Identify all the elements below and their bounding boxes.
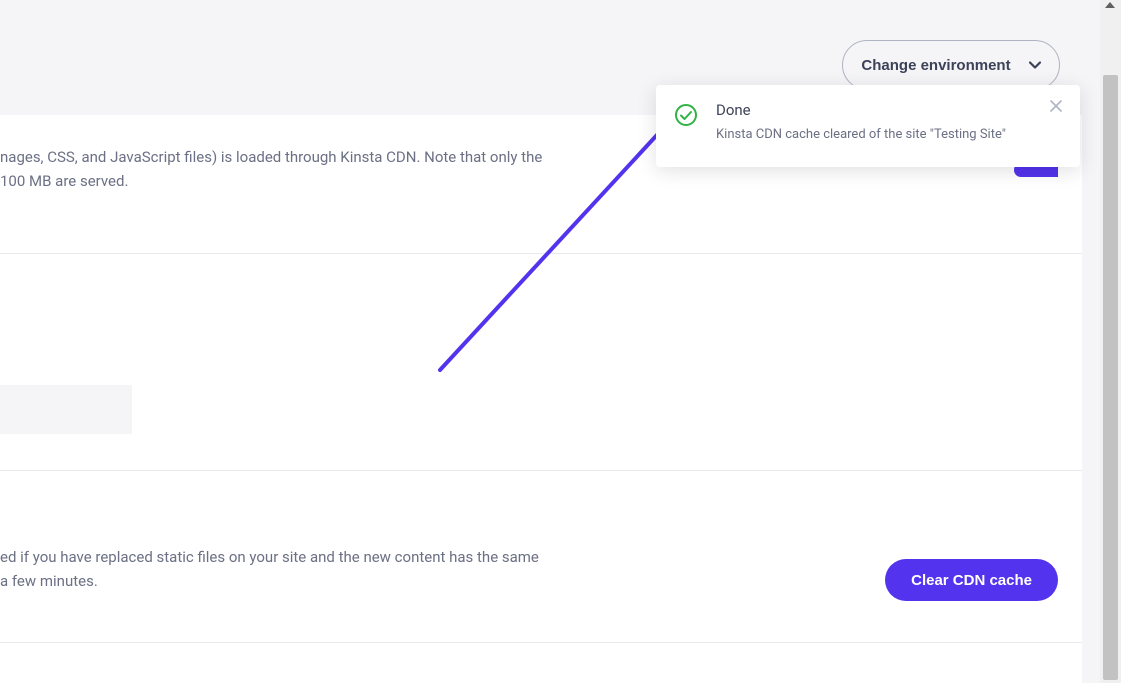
divider xyxy=(0,470,1082,471)
clear-cdn-cache-button[interactable]: Clear CDN cache xyxy=(885,559,1058,601)
change-environment-button[interactable]: Change environment xyxy=(842,40,1060,90)
toast-notification: Done Kinsta CDN cache cleared of the sit… xyxy=(656,85,1080,167)
toast-body: Done Kinsta CDN cache cleared of the sit… xyxy=(716,101,1062,142)
change-environment-label: Change environment xyxy=(861,57,1010,74)
input-field-stub[interactable] xyxy=(0,385,132,434)
scrollbar-thumb[interactable] xyxy=(1103,75,1118,680)
toast-title: Done xyxy=(716,101,1062,119)
chevron-down-icon xyxy=(1029,59,1041,71)
scrollbar-track[interactable] xyxy=(1100,0,1121,683)
close-icon[interactable] xyxy=(1050,97,1066,113)
toast-message: Kinsta CDN cache cleared of the site "Te… xyxy=(716,127,1062,142)
divider xyxy=(0,642,1082,643)
viewport: Change environment nages, CSS, and JavaS… xyxy=(0,0,1100,683)
scroll-up-arrow-icon[interactable] xyxy=(1105,2,1115,8)
success-check-icon xyxy=(674,103,698,131)
description-text-line-2: 100 MB are served. xyxy=(0,169,1052,193)
content-panel: nages, CSS, and JavaScript files) is loa… xyxy=(0,115,1082,683)
